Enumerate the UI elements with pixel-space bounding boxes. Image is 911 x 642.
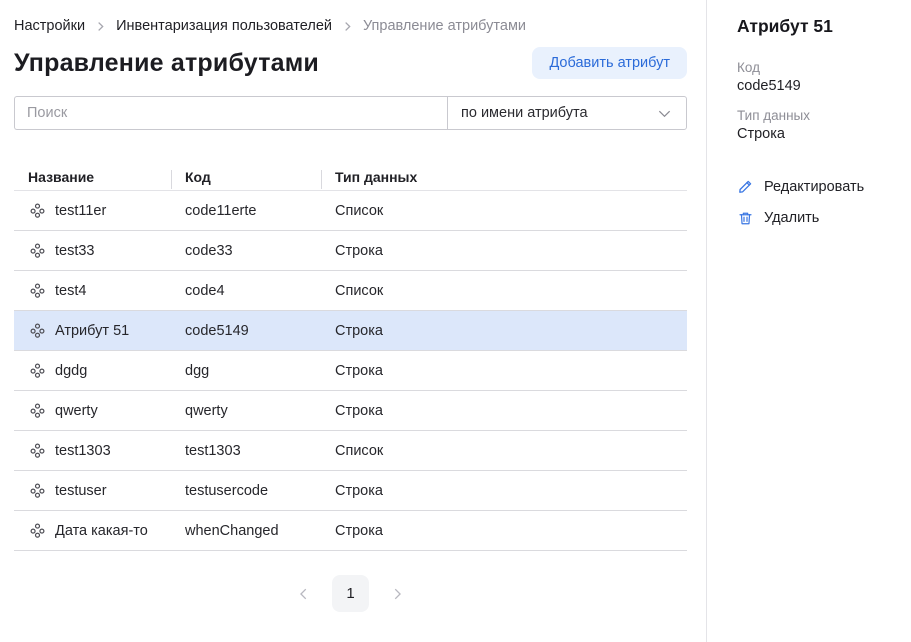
row-type: Строка — [321, 323, 687, 339]
row-code: whenChanged — [171, 523, 321, 539]
table-row[interactable]: test11er code11erte Список — [14, 191, 687, 231]
row-type: Строка — [321, 483, 687, 499]
attribute-nodes-icon — [30, 523, 45, 538]
chevron-down-icon — [657, 106, 672, 121]
previous-page-button[interactable] — [293, 583, 315, 605]
row-name: dgdg — [55, 363, 87, 379]
field-value: code5149 — [737, 78, 901, 94]
edit-label: Редактировать — [764, 179, 864, 195]
attribute-nodes-icon — [30, 363, 45, 378]
attribute-detail-panel: Атрибут 51 Код code5149 Тип данных Строк… — [706, 0, 911, 642]
page-header: Управление атрибутами Добавить атрибут — [14, 47, 687, 79]
chevron-right-icon — [95, 21, 106, 32]
chevron-left-icon — [297, 587, 311, 601]
row-type: Строка — [321, 363, 687, 379]
row-name: test4 — [55, 283, 86, 299]
search-filter-select[interactable]: по имени атрибута — [447, 96, 687, 130]
row-code: dgg — [171, 363, 321, 379]
row-name: qwerty — [55, 403, 98, 419]
row-name: testuser — [55, 483, 107, 499]
detail-panel-title: Атрибут 51 — [737, 16, 901, 37]
delete-label: Удалить — [764, 210, 819, 226]
row-name: Атрибут 51 — [55, 323, 129, 339]
row-type: Список — [321, 203, 687, 219]
row-code: qwerty — [171, 403, 321, 419]
filter-selected-value: по имени атрибута — [461, 105, 588, 121]
attribute-nodes-icon — [30, 323, 45, 338]
delete-attribute-button[interactable]: Удалить — [737, 210, 901, 226]
attribute-nodes-icon — [30, 483, 45, 498]
field-value: Строка — [737, 126, 901, 142]
attribute-nodes-icon — [30, 243, 45, 258]
breadcrumb-item-user-inventory[interactable]: Инвентаризация пользователей — [116, 18, 332, 34]
row-name: test33 — [55, 243, 95, 259]
attribute-management-page: Настройки Инвентаризация пользователей У… — [0, 0, 911, 642]
attribute-nodes-icon — [30, 283, 45, 298]
table-row[interactable]: qwerty qwerty Строка — [14, 391, 687, 431]
row-type: Список — [321, 283, 687, 299]
table-row[interactable]: test4 code4 Список — [14, 271, 687, 311]
search-input[interactable] — [14, 96, 447, 130]
row-type: Список — [321, 443, 687, 459]
attribute-nodes-icon — [30, 203, 45, 218]
detail-actions: Редактировать Удалить — [737, 179, 901, 226]
pagination: 1 — [14, 575, 687, 612]
row-type: Строка — [321, 523, 687, 539]
edit-attribute-button[interactable]: Редактировать — [737, 179, 901, 195]
page-number-button[interactable]: 1 — [332, 575, 369, 612]
detail-field-code: Код code5149 — [737, 60, 901, 94]
breadcrumb-item-settings[interactable]: Настройки — [14, 18, 85, 34]
pencil-icon — [737, 179, 753, 195]
row-name: test11er — [55, 203, 106, 219]
chevron-right-icon — [342, 21, 353, 32]
row-type: Строка — [321, 243, 687, 259]
row-type: Строка — [321, 403, 687, 419]
table-row[interactable]: test1303 test1303 Список — [14, 431, 687, 471]
field-label: Тип данных — [737, 108, 901, 123]
add-attribute-button[interactable]: Добавить атрибут — [532, 47, 687, 79]
table-row[interactable]: Дата какая-то whenChanged Строка — [14, 511, 687, 551]
row-code: code11erte — [171, 203, 321, 219]
page-title: Управление атрибутами — [14, 49, 319, 78]
breadcrumb: Настройки Инвентаризация пользователей У… — [14, 18, 687, 34]
row-name: test1303 — [55, 443, 111, 459]
row-code: code33 — [171, 243, 321, 259]
row-code: code4 — [171, 283, 321, 299]
attribute-nodes-icon — [30, 443, 45, 458]
field-label: Код — [737, 60, 901, 75]
column-header-name: Название — [14, 169, 171, 185]
attribute-nodes-icon — [30, 403, 45, 418]
column-header-type: Тип данных — [321, 169, 687, 185]
breadcrumb-item-attribute-management: Управление атрибутами — [363, 18, 526, 34]
row-code: code5149 — [171, 323, 321, 339]
chevron-right-icon — [390, 587, 404, 601]
column-header-code: Код — [171, 169, 321, 185]
main-content: Настройки Инвентаризация пользователей У… — [0, 0, 706, 642]
table-row[interactable]: test33 code33 Строка — [14, 231, 687, 271]
table-row[interactable]: dgdg dgg Строка — [14, 351, 687, 391]
table-row[interactable]: testuser testusercode Строка — [14, 471, 687, 511]
table-row-selected[interactable]: Атрибут 51 code5149 Строка — [14, 311, 687, 351]
row-code: testusercode — [171, 483, 321, 499]
table-header: Название Код Тип данных — [14, 163, 687, 191]
attributes-table: Название Код Тип данных test11er code11e… — [14, 163, 687, 551]
row-name: Дата какая-то — [55, 523, 148, 539]
trash-icon — [737, 211, 753, 226]
detail-field-data-type: Тип данных Строка — [737, 108, 901, 142]
search-bar: по имени атрибута — [14, 96, 687, 130]
row-code: test1303 — [171, 443, 321, 459]
next-page-button[interactable] — [386, 583, 408, 605]
